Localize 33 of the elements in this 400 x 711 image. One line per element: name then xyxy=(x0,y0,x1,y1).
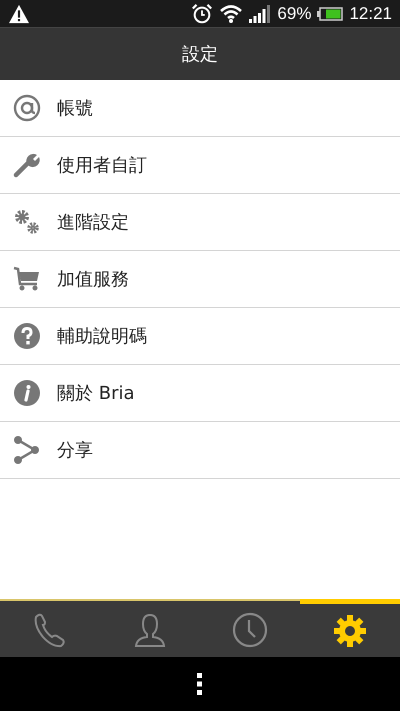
settings-icon xyxy=(332,612,368,648)
gears-icon xyxy=(13,208,41,236)
warning-icon xyxy=(8,4,30,24)
settings-item[interactable]: 分享 xyxy=(0,422,400,479)
item-label: 輔助說明碼 xyxy=(57,325,147,348)
battery-percent: 69% xyxy=(277,4,312,24)
at-sign-icon xyxy=(13,94,41,122)
settings-item[interactable]: 加值服務 xyxy=(0,251,400,308)
clock-time: 12:21 xyxy=(349,4,392,24)
wrench-icon xyxy=(13,151,41,179)
settings-item[interactable]: 輔助說明碼 xyxy=(0,308,400,365)
screen-title: 設定 xyxy=(182,43,218,66)
clock-icon xyxy=(232,612,268,648)
settings-item[interactable]: 關於 Bria xyxy=(0,365,400,422)
settings-item[interactable]: 帳號 xyxy=(0,80,400,137)
cart-icon xyxy=(13,265,41,293)
item-label: 使用者自訂 xyxy=(57,154,147,177)
wifi-icon xyxy=(219,4,244,24)
person-icon xyxy=(132,612,168,648)
settings-item[interactable]: 進階設定 xyxy=(0,194,400,251)
settings-item[interactable]: 使用者自訂 xyxy=(0,137,400,194)
help-icon xyxy=(13,322,41,350)
signal-icon xyxy=(249,4,272,22)
share-icon xyxy=(13,436,41,464)
item-label: 加值服務 xyxy=(57,268,129,291)
item-label: 分享 xyxy=(57,439,93,462)
alarm-icon xyxy=(191,2,214,24)
item-label: 帳號 xyxy=(57,97,93,120)
info-icon xyxy=(13,379,41,407)
battery-icon xyxy=(317,6,344,20)
item-label: 進階設定 xyxy=(57,211,129,234)
menu-icon[interactable] xyxy=(197,673,203,695)
item-label: 關於 Bria xyxy=(57,382,135,405)
